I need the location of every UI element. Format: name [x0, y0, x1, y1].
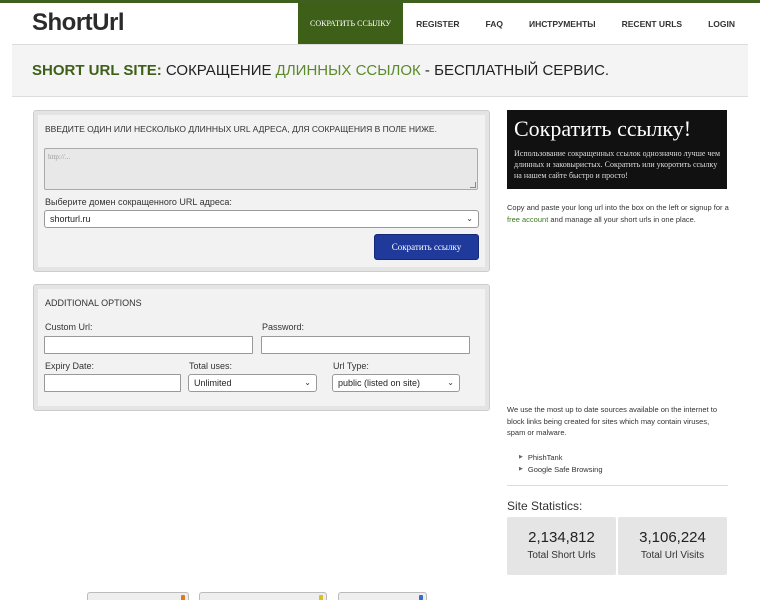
tool-badge-icon — [419, 595, 423, 600]
stats-title: Site Statistics: — [507, 499, 583, 513]
stat-url-visits-label: Total Url Visits — [640, 550, 705, 561]
nav-item-recent-urls[interactable]: Recent Urls — [609, 3, 695, 44]
page-title-bar: SHORT URL SITE: СОКРАЩЕНИЕ ДЛИННЫХ ССЫЛО… — [12, 44, 748, 97]
sidebar-copy-text-1: Copy and paste your long url into the bo… — [507, 203, 729, 212]
expiry-date-label: Expiry Date: — [45, 361, 95, 371]
stat-short-urls: 2,134,812 Total Short Urls — [507, 517, 616, 575]
url-type-select[interactable]: public (listed on site) ⌄ — [332, 374, 460, 392]
list-item: ▶ Google Safe Browsing — [519, 463, 603, 475]
custom-url-label: Custom Url: — [45, 322, 93, 332]
password-label: Password: — [262, 322, 305, 332]
triangle-right-icon: ▶ — [519, 466, 523, 472]
page-title-part1: СОКРАЩЕНИЕ — [161, 62, 276, 79]
chevron-down-icon: ⌄ — [304, 378, 311, 388]
shorten-submit-button[interactable]: Сократить ссылку — [374, 234, 479, 260]
nav-item-tools[interactable]: Инструменты — [516, 3, 609, 44]
source-google-safe-browsing: Google Safe Browsing — [527, 464, 603, 474]
chevron-down-icon: ⌄ — [447, 378, 454, 388]
shorten-instruction: Введите один или несколько длинных URL а… — [45, 124, 437, 134]
total-uses-value: Unlimited — [194, 378, 232, 388]
list-item: ▶ PhishTank — [519, 451, 603, 463]
custom-url-input[interactable] — [44, 336, 253, 354]
triangle-right-icon: ▶ — [519, 454, 523, 460]
nav-item-register[interactable]: Register — [403, 3, 472, 44]
total-uses-label: Total uses: — [189, 361, 233, 371]
stat-short-urls-label: Total Short Urls — [527, 550, 596, 561]
sidebar-divider — [507, 485, 728, 486]
shorten-panel: Введите один или несколько длинных URL а… — [33, 110, 490, 272]
stat-short-urls-value: 2,134,812 — [528, 529, 595, 546]
additional-options-panel: ADDITIONAL OPTIONS Custom Url: Password:… — [33, 284, 490, 411]
expiry-date-input[interactable] — [44, 374, 181, 392]
long-url-placeholder: http://... — [48, 153, 70, 161]
bottom-tool-button[interactable] — [338, 592, 427, 600]
options-title: ADDITIONAL OPTIONS — [45, 298, 142, 308]
domain-select-value: shorturl.ru — [50, 214, 91, 224]
security-text: We use the most up to date sources avail… — [507, 405, 717, 437]
bottom-tool-button[interactable] — [87, 592, 189, 600]
site-logo[interactable]: ShortUrl — [32, 9, 125, 37]
resize-handle-icon[interactable] — [470, 182, 476, 188]
bottom-tool-button[interactable] — [199, 592, 327, 600]
tool-badge-icon — [319, 595, 323, 600]
sidebar-copy-text-2: and manage all your short urls in one pl… — [548, 214, 696, 224]
page-title: SHORT URL SITE: СОКРАЩЕНИЕ ДЛИННЫХ ССЫЛО… — [32, 62, 609, 79]
url-type-value: public (listed on site) — [338, 378, 421, 388]
sidebar-copy-text: Copy and paste your long url into the bo… — [507, 202, 729, 225]
promo-text: Использование сокращенных ссылок однозна… — [514, 149, 721, 180]
domain-select[interactable]: shorturl.ru ⌄ — [44, 210, 479, 228]
long-url-textarea[interactable]: http://... — [44, 148, 478, 190]
main-nav: Сократить ссылку Register FAQ Инструмент… — [298, 3, 748, 44]
security-sources-list: ▶ PhishTank ▶ Google Safe Browsing — [519, 451, 603, 475]
page-title-site: SHORT URL SITE: — [32, 62, 162, 79]
page-title-part2: - БЕСПЛАТНЫЙ СЕРВИС. — [420, 62, 610, 79]
promo-title: Сократить ссылку! — [514, 116, 692, 141]
source-phishtank: PhishTank — [527, 452, 563, 462]
domain-label: Выберите домен сокращенного URL адреса: — [45, 197, 232, 207]
tool-badge-icon — [181, 595, 185, 600]
nav-item-shorten[interactable]: Сократить ссылку — [298, 3, 404, 44]
promo-banner: Сократить ссылку! Использование сокращен… — [507, 110, 727, 189]
password-input[interactable] — [261, 336, 470, 354]
chevron-down-icon: ⌄ — [466, 214, 473, 224]
site-header: ShortUrl Сократить ссылку Register FAQ И… — [0, 3, 760, 44]
url-type-label: Url Type: — [333, 361, 369, 371]
nav-item-login[interactable]: Login — [695, 3, 748, 44]
stat-url-visits: 3,106,224 Total Url Visits — [618, 517, 727, 575]
total-uses-select[interactable]: Unlimited ⌄ — [188, 374, 317, 392]
page-title-highlight: ДЛИННЫХ ССЫЛОК — [275, 62, 421, 79]
free-account-link[interactable]: free account — [507, 215, 548, 224]
nav-item-faq[interactable]: FAQ — [473, 3, 516, 44]
stat-url-visits-value: 3,106,224 — [639, 529, 706, 546]
